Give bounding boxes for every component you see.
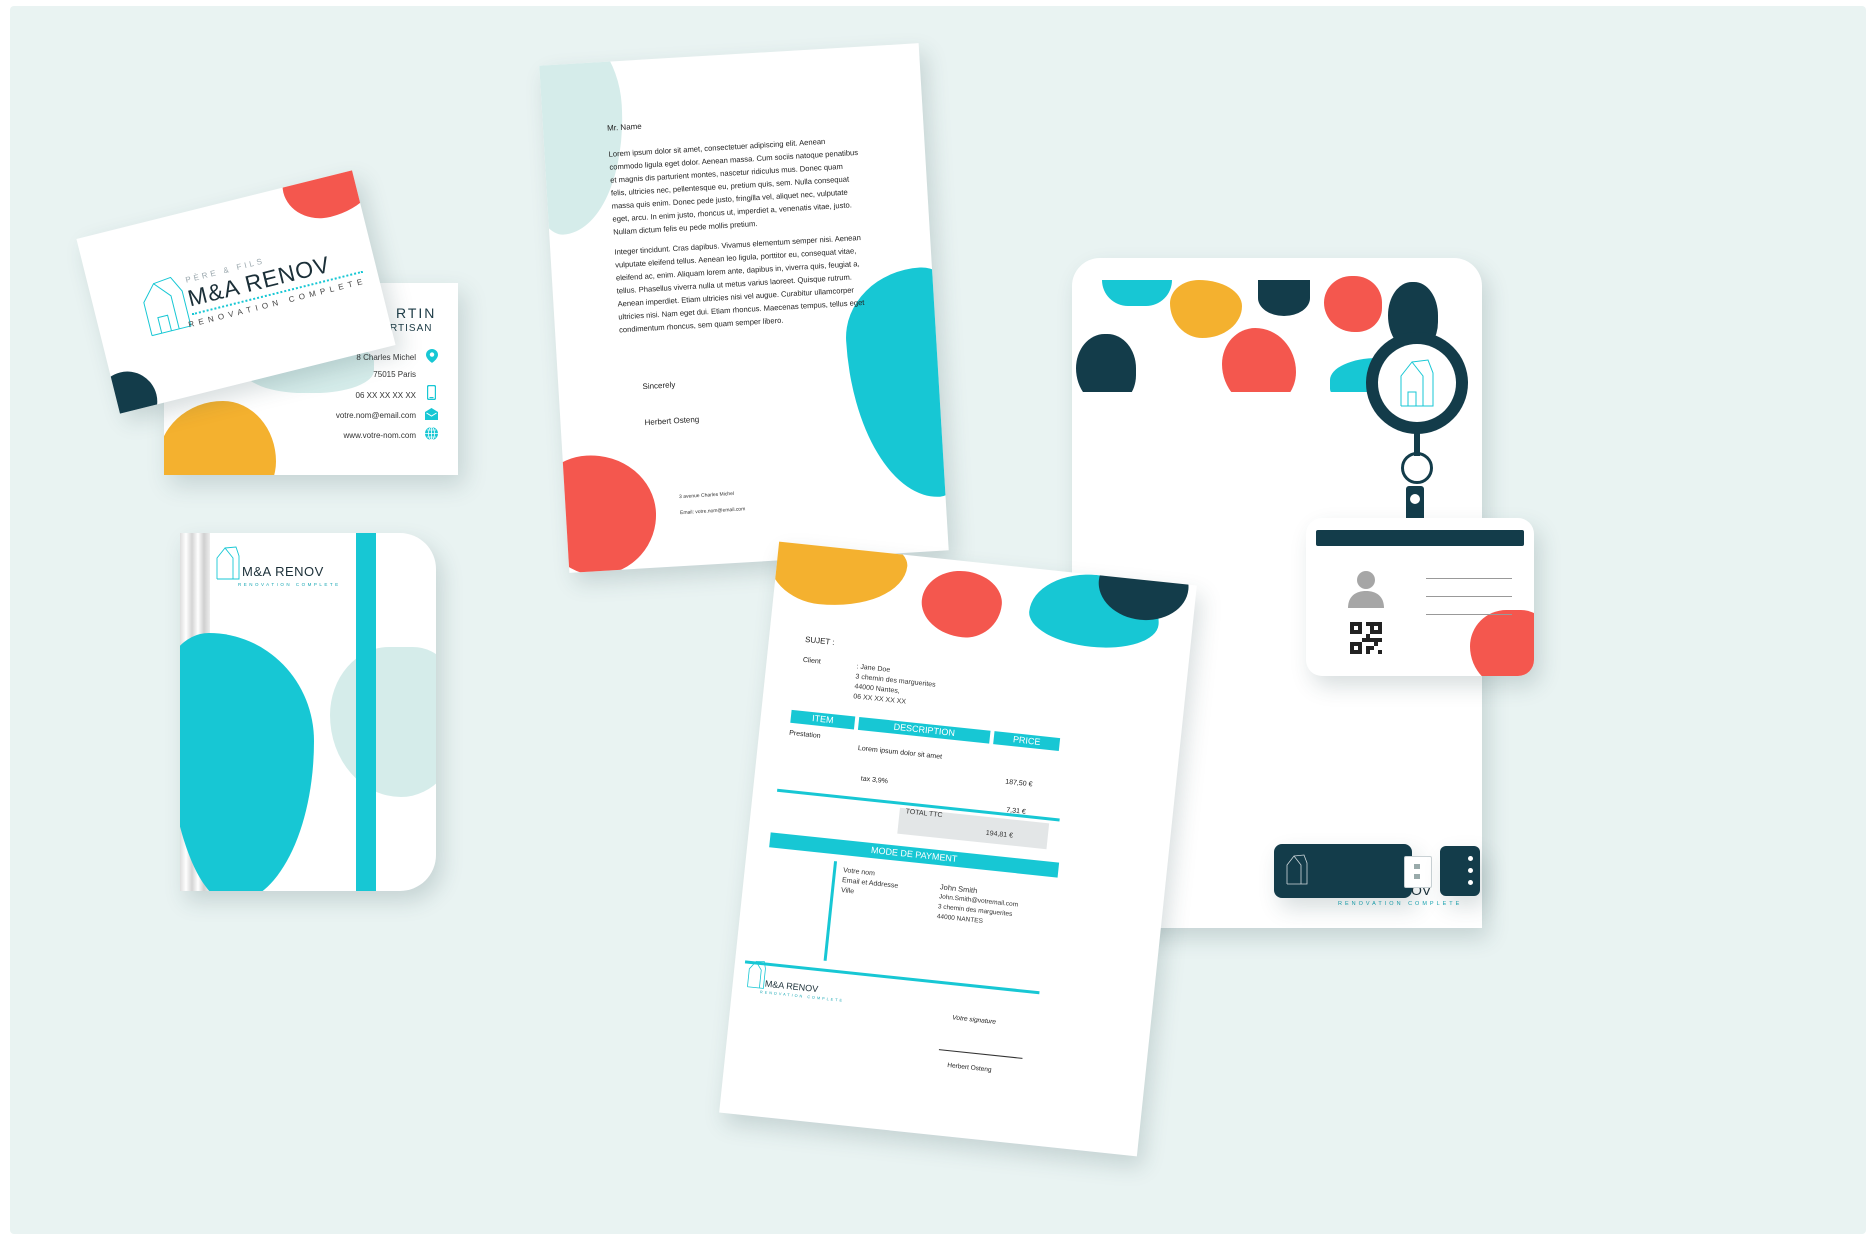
invoice-client-label: Client bbox=[802, 656, 822, 666]
invoice-row-description: Lorem ipsum dolor sit amet bbox=[857, 745, 943, 761]
card-front-navy-blob bbox=[90, 365, 164, 414]
usb-connector bbox=[1404, 856, 1432, 888]
id-badge-card bbox=[1306, 518, 1534, 676]
house-logo-icon bbox=[143, 276, 192, 337]
badge-info-line bbox=[1426, 596, 1512, 597]
card-title-fragment: RTISAN bbox=[390, 323, 433, 334]
card-phone: 06 XX XX XX XX bbox=[355, 391, 416, 400]
invoice-payment-divider bbox=[823, 861, 838, 961]
notebook: M&A RENOV RENOVATION COMPLETE bbox=[180, 533, 436, 891]
invoice-row-item: Prestation bbox=[788, 729, 821, 740]
card-address: 8 Charles Michel bbox=[356, 353, 416, 362]
badge-ring bbox=[1401, 452, 1433, 484]
phone-icon bbox=[427, 385, 436, 400]
invoice-signature-line bbox=[938, 1049, 1023, 1059]
badge-info-line bbox=[1426, 578, 1512, 579]
invoice-signature-label: Votre signature bbox=[951, 1014, 997, 1026]
invoice-coral-blob bbox=[918, 567, 1005, 642]
notebook-cyan-blob bbox=[180, 633, 314, 891]
invoice-row-price: 187,50 € bbox=[1004, 778, 1033, 789]
letter-footer-email: Email: votre.nom@email.com bbox=[679, 506, 746, 517]
card-name-fragment: RTIN bbox=[396, 305, 437, 321]
letter-closing: Sincerely bbox=[642, 380, 676, 392]
mockup-stage: RTIN RTISAN 8 Charles Michel 75015 Paris… bbox=[10, 6, 1866, 1234]
invoice-header-price: PRICE bbox=[993, 731, 1061, 751]
invoice-header-description: DESCRIPTION bbox=[857, 716, 991, 744]
badge-top-bar bbox=[1316, 530, 1524, 546]
invoice-signer: Herbert Osteng bbox=[946, 1062, 992, 1074]
usb-drive bbox=[1274, 844, 1412, 898]
card-website: www.votre-nom.com bbox=[343, 431, 416, 440]
usb-cap bbox=[1440, 846, 1480, 896]
notebook-mint-blob bbox=[330, 647, 436, 797]
notebook-house-logo-icon bbox=[216, 546, 240, 580]
globe-icon bbox=[425, 427, 438, 440]
badge-clip-button bbox=[1410, 494, 1420, 504]
invoice-tax-label: tax 3,9% bbox=[860, 775, 889, 786]
invoice-payment-right: John Smith John.Smith@votremail.com 3 ch… bbox=[936, 882, 1019, 930]
badge-info-line bbox=[1426, 614, 1512, 615]
invoice-payment-left: Votre nom Email et Addresse Ville bbox=[840, 866, 899, 902]
usb-house-logo-icon bbox=[1286, 854, 1308, 885]
letterhead-sheet: Mr. Name Lorem ipsum dolor sit amet, con… bbox=[539, 43, 949, 573]
notebook-elastic-band bbox=[356, 533, 376, 891]
mail-icon bbox=[425, 408, 438, 420]
letter-paragraph-1: Lorem ipsum dolor sit amet, consectetuer… bbox=[608, 136, 859, 237]
card-email: votre.nom@email.com bbox=[335, 411, 416, 420]
invoice-client-block: : Jane Doe 3 chemin des marguerites 4400… bbox=[853, 662, 937, 710]
card-front-coral-blob bbox=[274, 170, 389, 227]
letter-recipient: Mr. Name bbox=[606, 121, 642, 133]
badge-reel bbox=[1366, 332, 1468, 434]
invoice-yellow-blob bbox=[763, 541, 911, 613]
location-pin-icon bbox=[426, 349, 438, 363]
card-back-yellow-blob bbox=[164, 401, 276, 475]
letter-signature: Herbert Osteng bbox=[644, 414, 700, 428]
person-avatar-icon bbox=[1348, 571, 1384, 608]
envelope-brand-tagline: RENOVATION COMPLETE bbox=[1338, 901, 1463, 907]
badge-house-logo-icon bbox=[1400, 359, 1434, 407]
notebook-brand-tagline: RENOVATION COMPLETE bbox=[238, 582, 341, 587]
letter-paragraph-2: Integer tincidunt. Cras dapibus. Vivamus… bbox=[614, 232, 865, 335]
notebook-brand-name: M&A RENOV bbox=[242, 564, 324, 579]
invoice-sheet: SUJET : Client : Jane Doe 3 chemin des m… bbox=[719, 541, 1197, 1157]
qr-code-icon bbox=[1350, 622, 1382, 654]
card-city: 75015 Paris bbox=[373, 370, 416, 379]
invoice-subject-label: SUJET : bbox=[804, 634, 836, 647]
letter-coral-blob bbox=[539, 451, 660, 573]
invoice-header-item: ITEM bbox=[790, 709, 856, 730]
badge-coral-blob bbox=[1470, 610, 1534, 676]
letter-footer-address: 3 avenue Charles Michel bbox=[678, 490, 735, 501]
